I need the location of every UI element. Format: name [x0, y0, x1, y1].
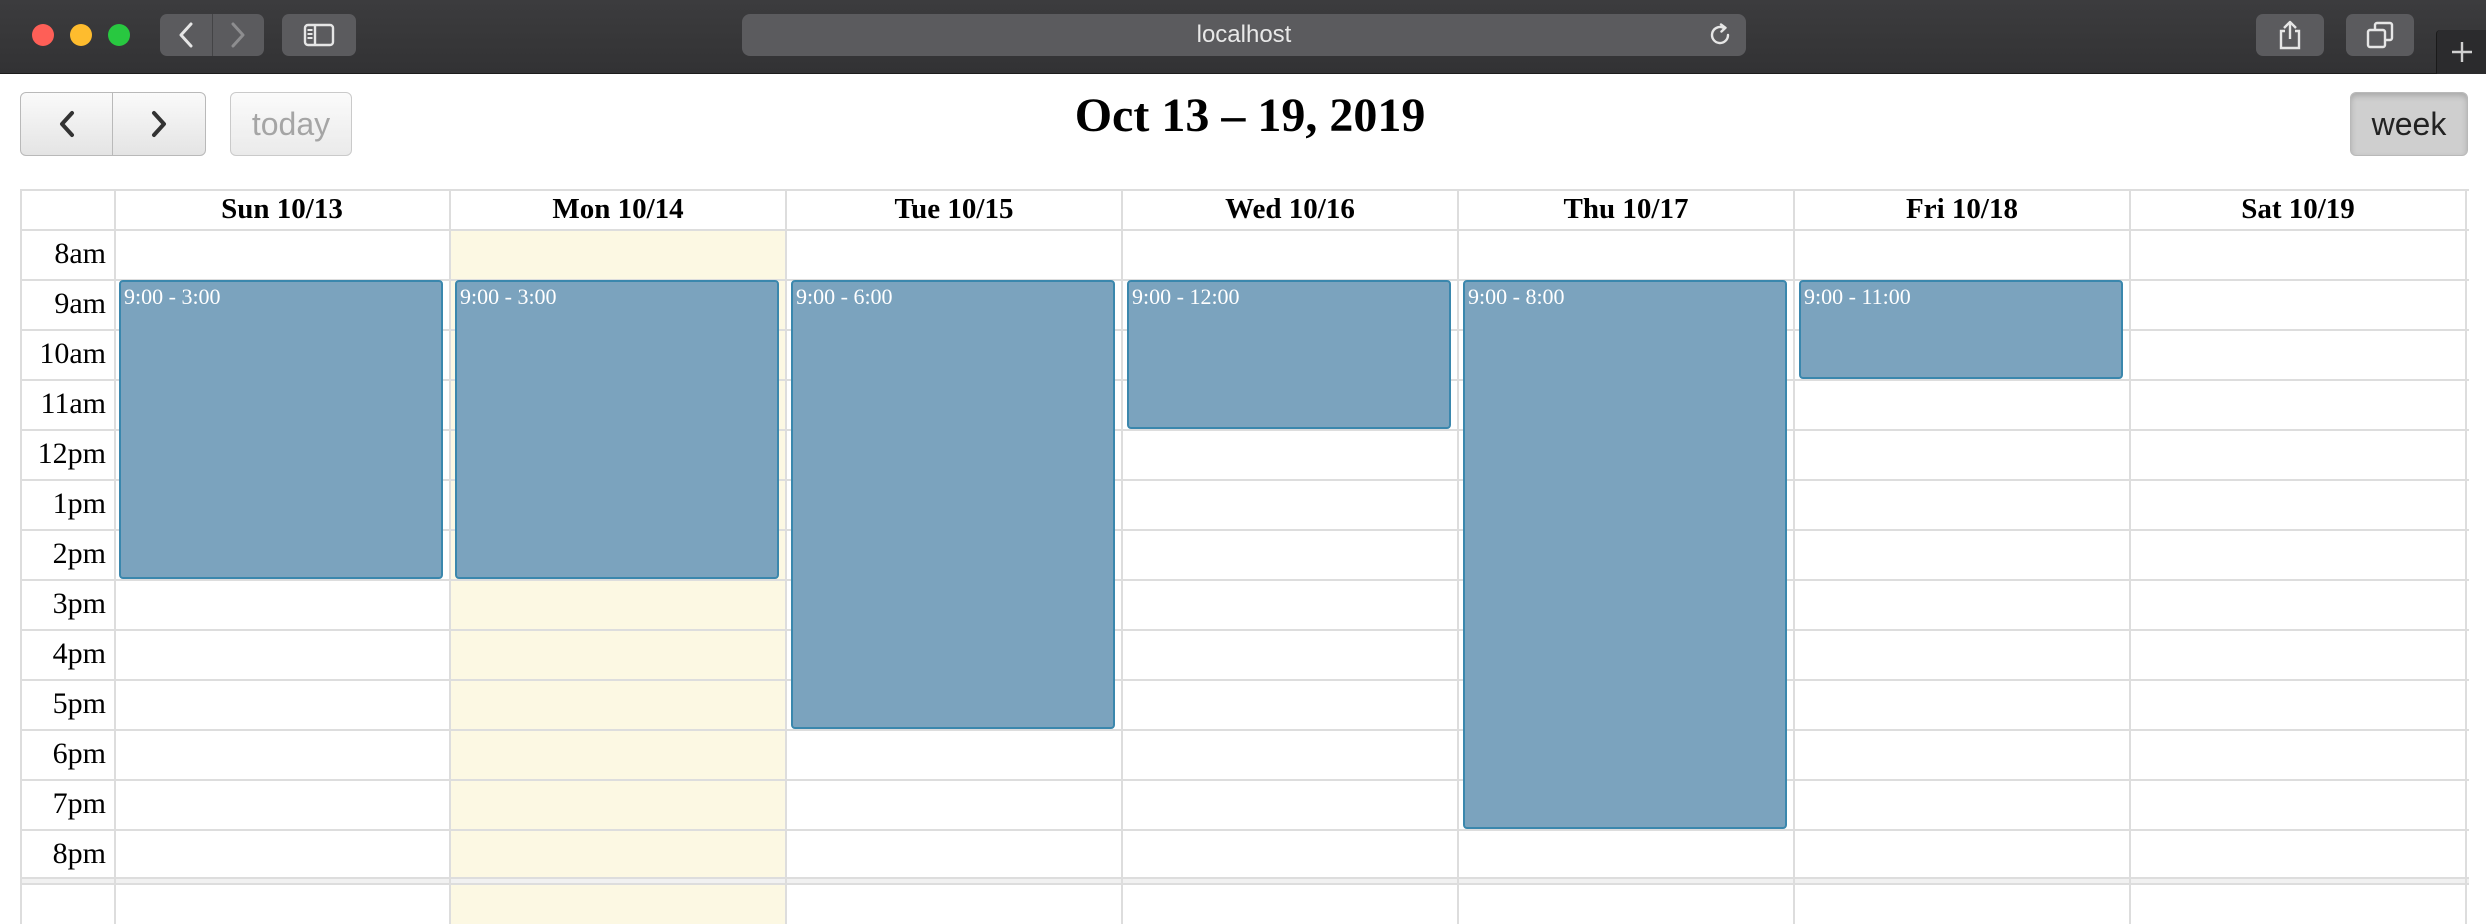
time-label: 10am	[39, 337, 106, 370]
grid-column-line	[1121, 189, 1123, 924]
calendar-title: Oct 13 – 19, 2019	[1074, 89, 1426, 142]
time-label: 8am	[54, 237, 106, 270]
chevron-right-icon	[152, 111, 166, 137]
grid-column-line	[2465, 189, 2467, 924]
time-label: 6pm	[52, 737, 106, 770]
day-header: Wed 10/16	[1225, 193, 1355, 225]
day-header: Sat 10/19	[2241, 193, 2355, 225]
day-header: Tue 10/15	[894, 193, 1014, 225]
day-header: Thu 10/17	[1563, 193, 1689, 225]
day-header: Sun 10/13	[221, 193, 343, 225]
calendar-event[interactable]: 9:00 - 11:00	[1799, 280, 2123, 379]
event-time-label: 9:00 - 12:00	[1132, 284, 1240, 309]
close-window-button[interactable]	[32, 24, 54, 46]
day-header: Fri 10/18	[1906, 193, 2018, 225]
chevron-left-icon	[179, 22, 193, 48]
event-time-label: 9:00 - 3:00	[124, 284, 221, 309]
browser-forward-button[interactable]	[212, 14, 264, 56]
chevron-left-icon	[60, 111, 74, 137]
next-week-button[interactable]	[112, 92, 206, 156]
zoom-window-button[interactable]	[108, 24, 130, 46]
grid-row-line	[20, 679, 2469, 681]
calendar-event[interactable]: 9:00 - 3:00	[455, 280, 779, 579]
reload-icon[interactable]	[1708, 23, 1732, 47]
grid-row-line	[20, 629, 2469, 631]
today-button[interactable]: today	[230, 92, 352, 156]
time-label: 2pm	[52, 537, 106, 570]
event-time-label: 9:00 - 8:00	[1468, 284, 1565, 309]
grid-column-line	[114, 189, 116, 924]
history-nav	[160, 14, 264, 56]
time-label: 8pm	[52, 837, 106, 870]
calendar-event[interactable]: 9:00 - 8:00	[1463, 280, 1787, 829]
share-button[interactable]	[2256, 14, 2324, 56]
browser-toolbar: localhost	[0, 0, 2486, 74]
time-label: 5pm	[52, 687, 106, 720]
event-time-label: 9:00 - 3:00	[460, 284, 557, 309]
show-tabs-button[interactable]	[2346, 14, 2414, 56]
tabs-icon	[2366, 21, 2394, 49]
time-label: 9am	[54, 287, 106, 320]
week-grid: Sun 10/13 Mon 10/14 Tue 10/15 Wed 10/16 Thu …	[20, 189, 2469, 924]
calendar-event[interactable]: 9:00 - 12:00	[1127, 280, 1451, 429]
time-label: 11am	[40, 387, 106, 420]
time-label: 3pm	[52, 587, 106, 620]
calendar-event[interactable]: 9:00 - 3:00	[119, 280, 443, 579]
address-bar[interactable]: localhost	[742, 14, 1746, 56]
all-day-divider	[20, 877, 2469, 885]
share-icon	[2279, 20, 2301, 50]
time-label: 7pm	[52, 787, 106, 820]
new-tab-button[interactable]	[2436, 30, 2486, 74]
time-label: 1pm	[52, 487, 106, 520]
time-label: 4pm	[52, 637, 106, 670]
url-text: localhost	[1196, 21, 1292, 48]
week-view-button[interactable]: week	[2350, 92, 2468, 156]
grid-row-line	[20, 829, 2469, 831]
time-label: 12pm	[37, 437, 106, 470]
chevron-right-icon	[231, 22, 245, 48]
event-time-label: 9:00 - 11:00	[1804, 284, 1911, 309]
event-time-label: 9:00 - 6:00	[796, 284, 893, 309]
prev-week-button[interactable]	[20, 92, 114, 156]
plus-icon	[2451, 42, 2472, 62]
sidebar-icon	[303, 23, 335, 47]
browser-back-button[interactable]	[160, 14, 212, 56]
grid-row-line	[20, 579, 2469, 581]
grid-row-line	[20, 779, 2469, 781]
grid-column-line	[1793, 189, 1795, 924]
day-header: Mon 10/14	[552, 193, 684, 225]
grid-row-line	[20, 229, 2469, 231]
grid-row-line	[20, 729, 2469, 731]
grid-column-line	[449, 189, 451, 924]
grid-column-line	[785, 189, 787, 924]
minimize-window-button[interactable]	[70, 24, 92, 46]
grid-column-line	[2129, 189, 2131, 924]
grid-column-line	[1457, 189, 1459, 924]
calendar-event[interactable]: 9:00 - 6:00	[791, 280, 1115, 729]
sidebar-toggle-button[interactable]	[282, 14, 356, 56]
